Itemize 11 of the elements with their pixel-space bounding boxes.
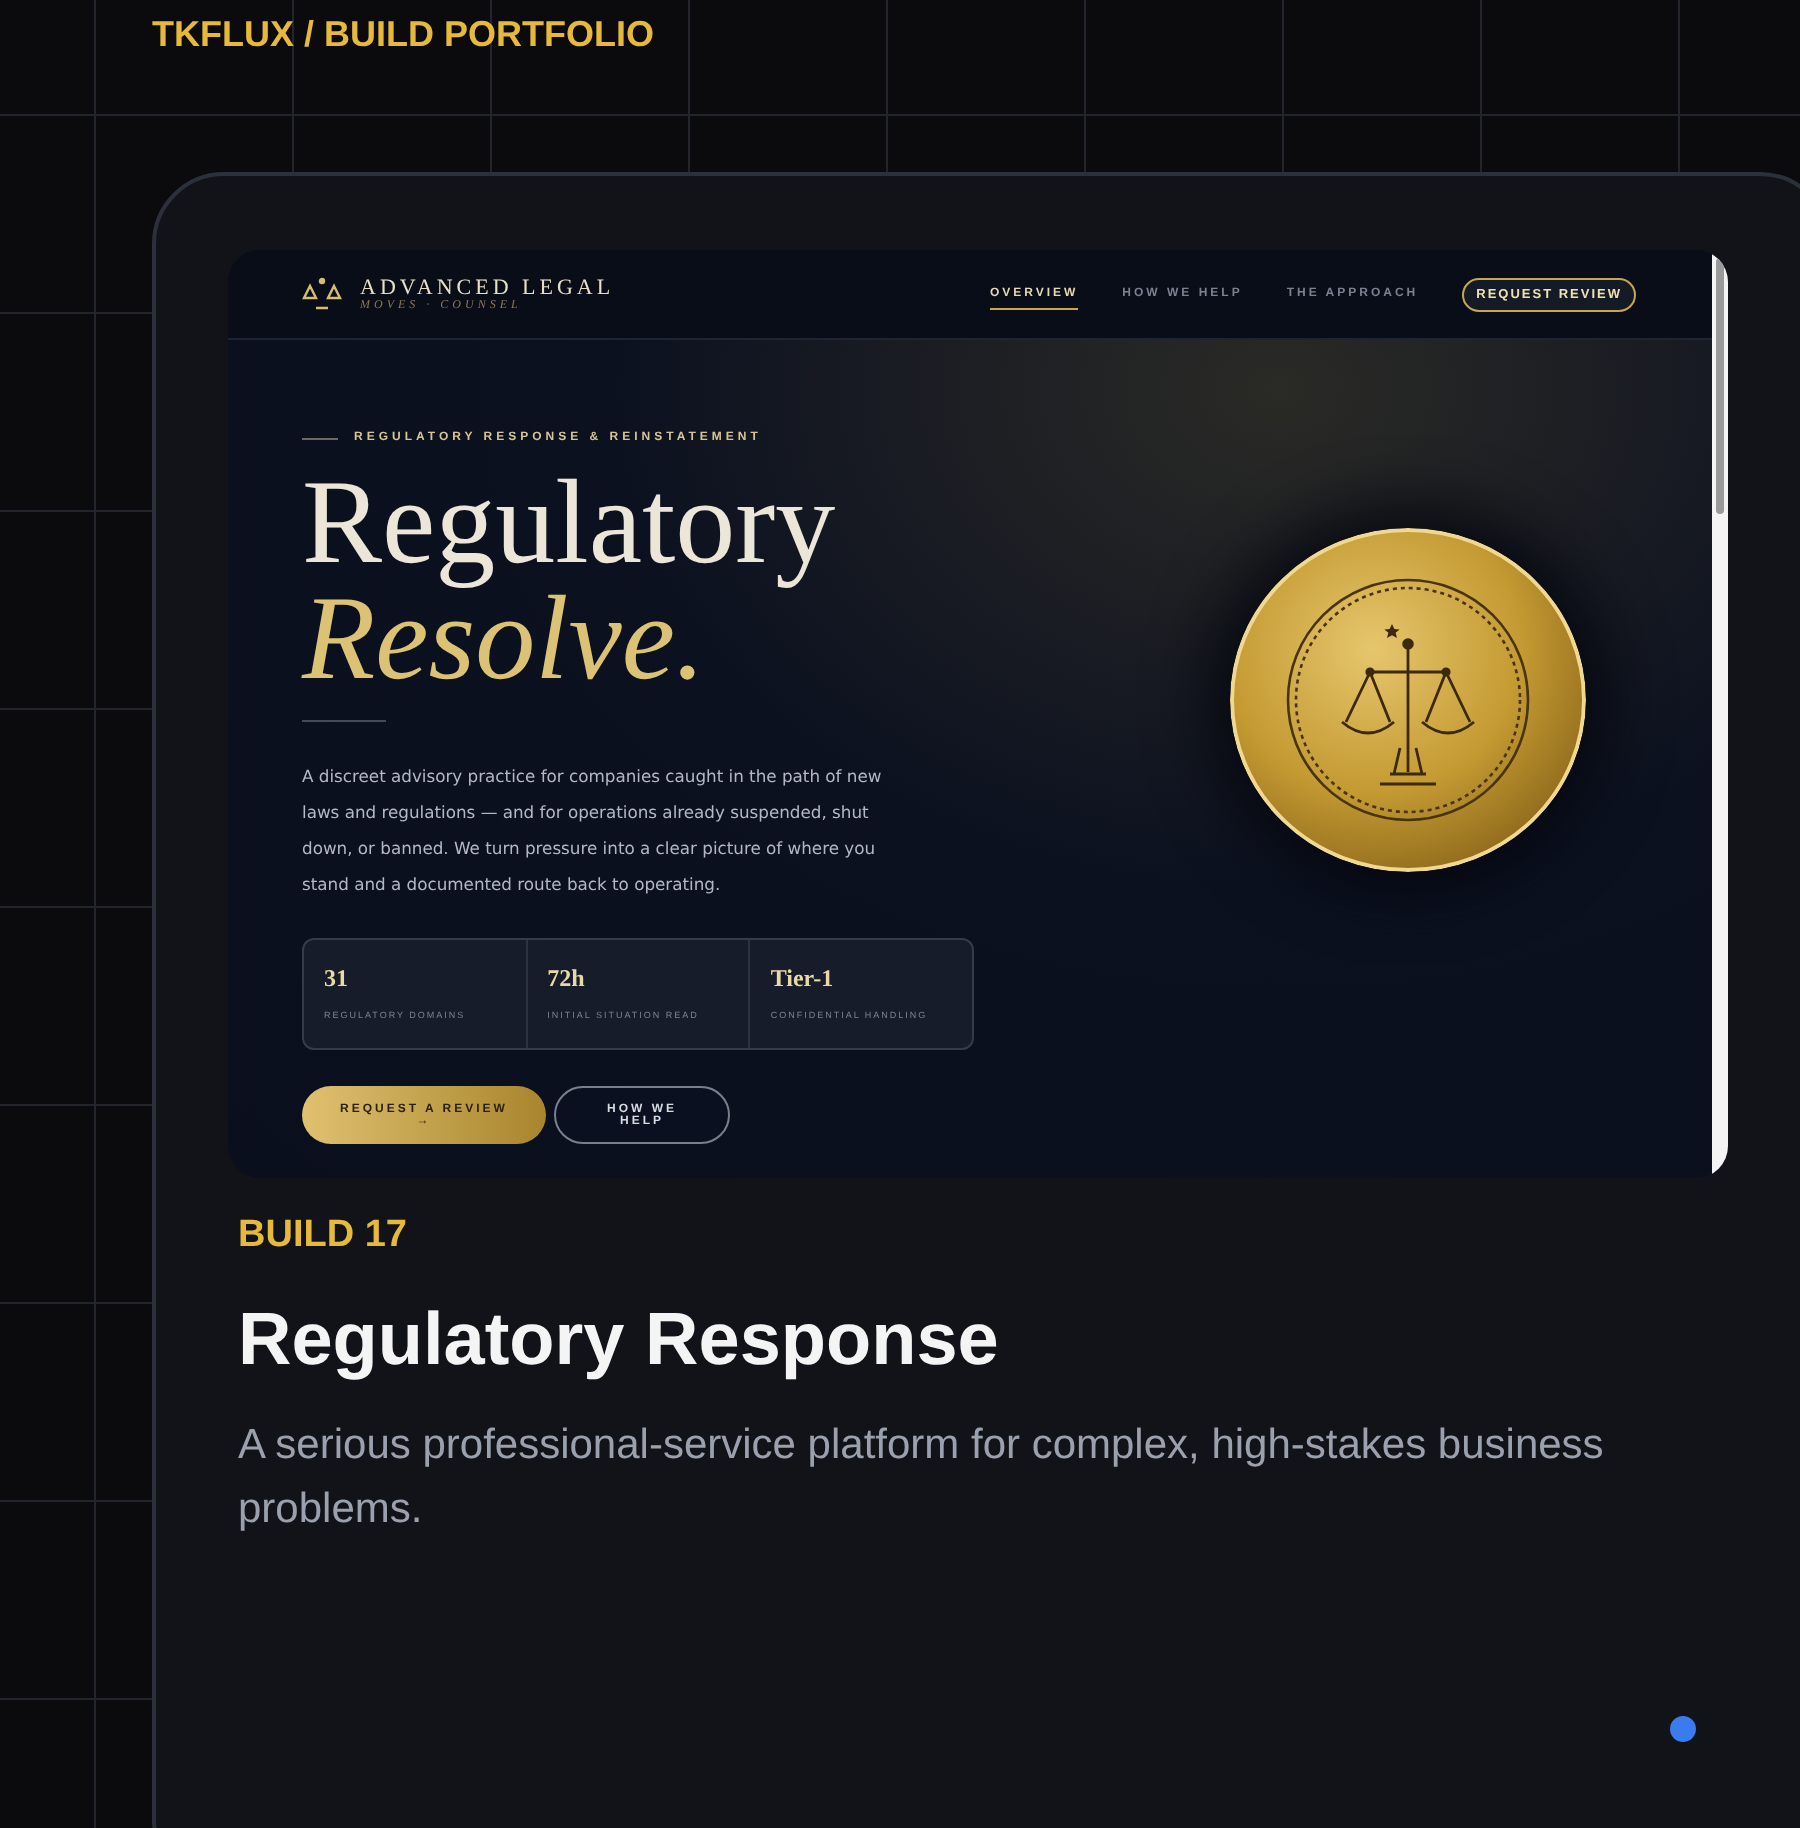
build-label: BUILD 17: [238, 1214, 409, 1258]
brand-name: ADVANCED LEGAL: [360, 276, 615, 300]
status-dot: [1670, 1716, 1696, 1742]
hero-description: A discreet advisory practice for companies caught in the path of new laws and regulations — and for operations already suspended, shut down, or banned. We turn pressure into a clear picture of where you stand and a documented route back to operating.: [302, 764, 884, 898]
stat-value: Tier-1: [770, 964, 836, 994]
stat-value: 72h: [547, 964, 587, 994]
stat-value: 31: [324, 964, 350, 994]
scales-icon: [300, 276, 344, 312]
build-description: A serious professional-service platform for complex, high-stakes business problems.: [238, 1420, 1606, 1536]
breadcrumb: TKFLUX / BUILD PORTFOLIO: [152, 14, 654, 56]
build-title: Regulatory Response: [238, 1298, 1001, 1382]
